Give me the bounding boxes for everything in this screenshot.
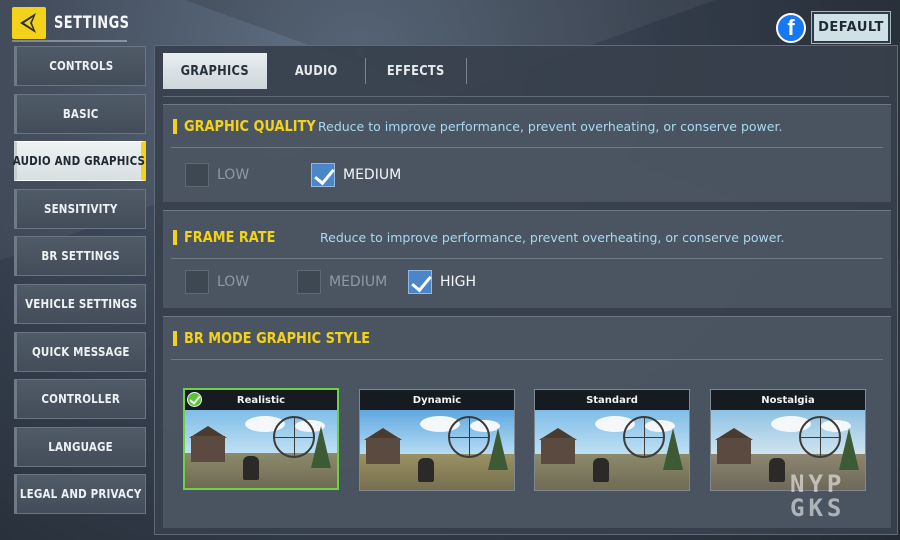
checkbox[interactable] — [297, 270, 321, 294]
tab-graphics[interactable]: GRAPHICS — [163, 53, 267, 89]
frame-rate-low-option[interactable]: LOW — [185, 270, 249, 294]
checkbox[interactable] — [185, 270, 209, 294]
default-button[interactable]: DEFAULT — [811, 11, 891, 44]
section-divider — [171, 147, 883, 148]
style-card-realistic[interactable]: Realistic — [183, 388, 339, 490]
graphic-quality-low-option[interactable]: LOW — [185, 163, 249, 187]
frame-rate-medium-option[interactable]: MEDIUM — [297, 270, 387, 294]
sidebar-item-audio-and-graphics[interactable]: AUDIO AND GRAPHICS — [13, 141, 146, 182]
tab-effects[interactable]: EFFECTS — [366, 53, 466, 89]
tab-divider — [466, 58, 467, 84]
sidebar-item-sensitivity[interactable]: SENSITIVITY — [14, 188, 146, 229]
section-marker — [173, 330, 177, 346]
style-preview-image — [360, 410, 514, 490]
sidebar: CONTROLS BASIC AUDIO AND GRAPHICS SENSIT… — [13, 46, 146, 522]
section-divider — [171, 258, 883, 259]
style-preview-image — [535, 410, 689, 490]
section-divider — [171, 359, 883, 360]
style-preview-image — [185, 410, 337, 488]
graphic-quality-description: Reduce to improve performance, prevent o… — [318, 119, 783, 134]
back-arrow-icon — [20, 13, 36, 33]
style-card-dynamic[interactable]: Dynamic — [359, 389, 515, 491]
frame-rate-title: FRAME RATE — [184, 228, 276, 246]
tab-audio[interactable]: AUDIO — [267, 53, 365, 89]
watermark-logo: NYP GKS — [790, 470, 846, 522]
br-mode-title: BR MODE GRAPHIC STYLE — [184, 329, 371, 347]
frame-rate-section: FRAME RATE Reduce to improve performance… — [163, 210, 891, 308]
back-button[interactable] — [12, 7, 46, 39]
style-card-standard[interactable]: Standard — [534, 389, 690, 491]
sidebar-item-controls[interactable]: CONTROLS — [14, 46, 146, 86]
frame-rate-description: Reduce to improve performance, prevent o… — [320, 230, 785, 245]
checkbox-checked[interactable] — [408, 270, 432, 294]
sidebar-item-legal-and-privacy[interactable]: LEGAL AND PRIVACY — [14, 474, 146, 515]
title-underline — [12, 40, 127, 42]
section-marker — [173, 118, 177, 134]
section-marker — [173, 229, 177, 245]
checkbox[interactable] — [185, 163, 209, 187]
sidebar-item-language[interactable]: LANGUAGE — [14, 426, 146, 467]
graphic-quality-section: GRAPHIC QUALITY Reduce to improve perfor… — [163, 104, 891, 202]
graphic-quality-title: GRAPHIC QUALITY — [184, 117, 316, 135]
header: SETTINGS — [12, 6, 143, 40]
main-panel: GRAPHICS AUDIO EFFECTS GRAPHIC QUALITY R… — [154, 45, 898, 535]
sidebar-item-controller[interactable]: CONTROLLER — [14, 379, 146, 420]
tab-bar: GRAPHICS AUDIO EFFECTS — [163, 53, 467, 89]
tab-underline — [163, 96, 889, 97]
default-button-label: DEFAULT — [818, 20, 884, 35]
facebook-icon[interactable]: f — [776, 13, 806, 43]
sidebar-item-br-settings[interactable]: BR SETTINGS — [14, 236, 146, 277]
page-title: SETTINGS — [54, 13, 130, 33]
selected-check-icon — [187, 392, 202, 407]
sidebar-item-vehicle-settings[interactable]: VEHICLE SETTINGS — [14, 283, 146, 324]
checkbox-checked[interactable] — [311, 163, 335, 187]
graphic-quality-medium-option[interactable]: MEDIUM — [311, 163, 401, 187]
sidebar-item-basic[interactable]: BASIC — [14, 93, 146, 134]
sidebar-item-quick-message[interactable]: QUICK MESSAGE — [14, 331, 146, 372]
frame-rate-high-option[interactable]: HIGH — [408, 270, 476, 294]
